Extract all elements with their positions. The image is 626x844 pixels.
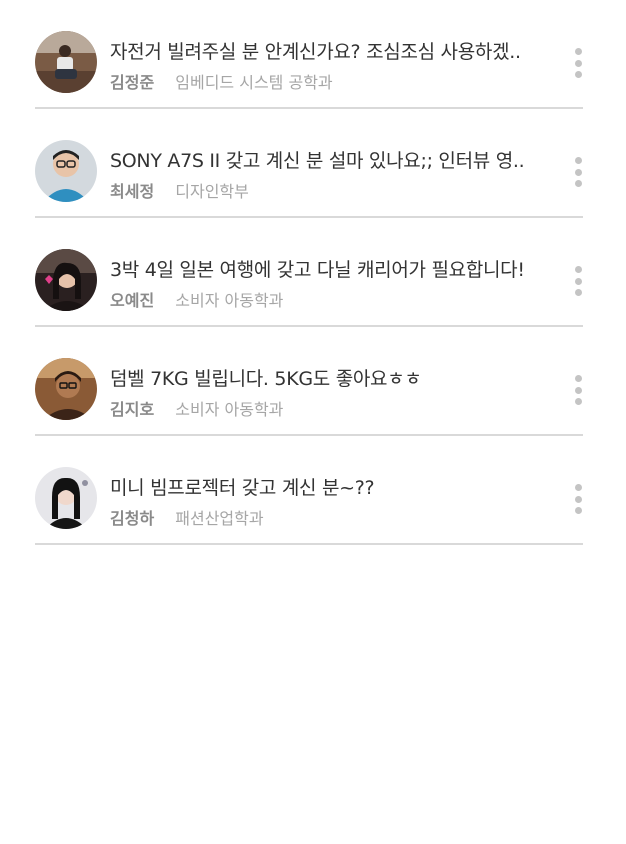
author-name: 최세정: [110, 182, 155, 201]
post-meta: 김지호 소비자 아동학과: [110, 396, 283, 420]
author-name: 김청하: [110, 509, 155, 528]
post-list: 자전거 빌려주실 분 안계신가요? 조심조심 사용하겠.. 김정준 임베디드 시…: [35, 0, 583, 545]
post-title[interactable]: 미니 빔프로젝터 갖고 계신 분~??: [110, 473, 550, 500]
avatar: [35, 249, 97, 311]
list-item[interactable]: 자전거 빌려주실 분 안계신가요? 조심조심 사용하겠.. 김정준 임베디드 시…: [35, 0, 583, 109]
avatar: [35, 467, 97, 529]
post-meta: 최세정 디자인학부: [110, 178, 249, 202]
avatar: [35, 31, 97, 93]
post-title[interactable]: SONY A7S II 갖고 계신 분 설마 있나요;; 인터뷰 영..: [110, 146, 550, 173]
author-name: 김정준: [110, 73, 155, 92]
list-item[interactable]: SONY A7S II 갖고 계신 분 설마 있나요;; 인터뷰 영.. 최세정…: [35, 109, 583, 218]
avatar: [35, 140, 97, 202]
more-vertical-icon[interactable]: [573, 375, 583, 405]
list-item[interactable]: 덤벨 7KG 빌립니다. 5KG도 좋아요ㅎㅎ 김지호 소비자 아동학과: [35, 327, 583, 436]
more-vertical-icon[interactable]: [573, 157, 583, 187]
post-title[interactable]: 3박 4일 일본 여행에 갖고 다닐 캐리어가 필요합니다!: [110, 255, 550, 282]
post-title[interactable]: 덤벨 7KG 빌립니다. 5KG도 좋아요ㅎㅎ: [110, 364, 550, 391]
more-vertical-icon[interactable]: [573, 484, 583, 514]
more-vertical-icon[interactable]: [573, 266, 583, 296]
author-name: 김지호: [110, 400, 155, 419]
list-item[interactable]: 3박 4일 일본 여행에 갖고 다닐 캐리어가 필요합니다! 오예진 소비자 아…: [35, 218, 583, 327]
author-name: 오예진: [110, 291, 155, 310]
more-vertical-icon[interactable]: [573, 48, 583, 78]
post-meta: 김정준 임베디드 시스템 공학과: [110, 69, 333, 93]
post-meta: 오예진 소비자 아동학과: [110, 287, 283, 311]
post-meta: 김청하 패션산업학과: [110, 505, 264, 529]
author-department: 소비자 아동학과: [175, 400, 284, 419]
list-item[interactable]: 미니 빔프로젝터 갖고 계신 분~?? 김청하 패션산업학과: [35, 436, 583, 545]
author-department: 패션산업학과: [175, 509, 264, 528]
author-department: 임베디드 시스템 공학과: [175, 73, 333, 92]
author-department: 소비자 아동학과: [175, 291, 284, 310]
post-title[interactable]: 자전거 빌려주실 분 안계신가요? 조심조심 사용하겠..: [110, 37, 550, 64]
author-department: 디자인학부: [175, 182, 249, 201]
avatar: [35, 358, 97, 420]
